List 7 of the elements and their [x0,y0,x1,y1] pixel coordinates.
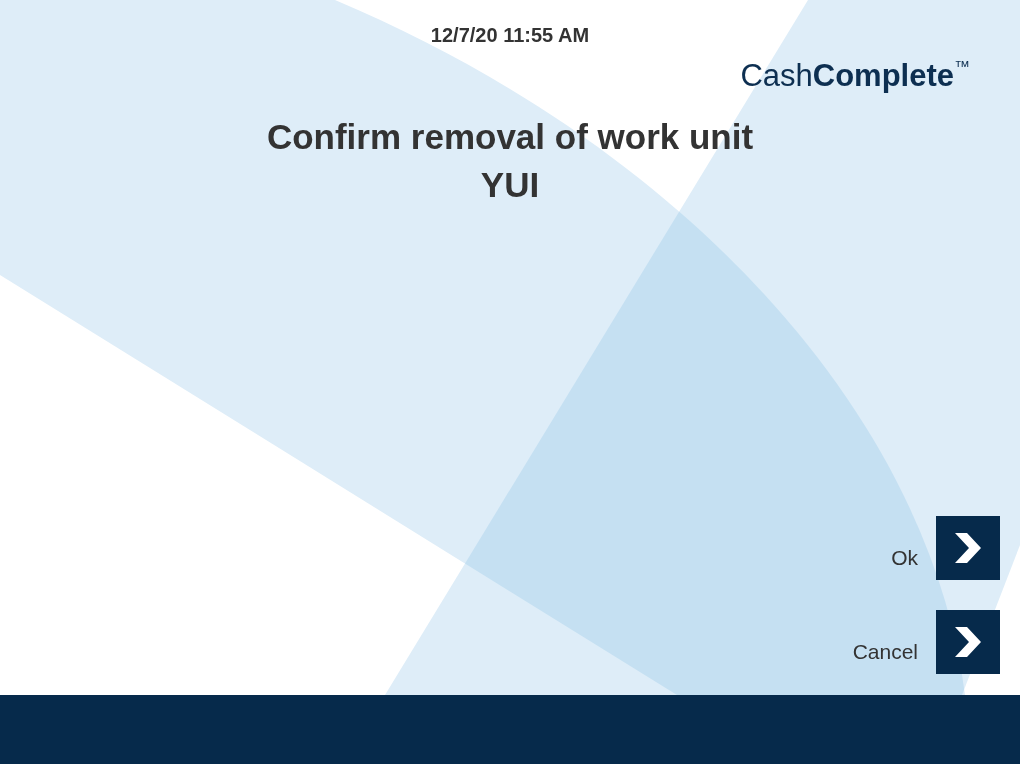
date-time: 12/7/20 11:55 AM [430,23,590,47]
confirmation-message: Confirm removal of work unit YUI [266,116,754,206]
action-button[interactable]: Cancel [852,610,1000,674]
logo: CashComplete™ [740,57,970,95]
action-button[interactable]: Ok [891,516,1000,580]
chevron-right-icon [936,516,1000,580]
chevron-right-icon [936,610,1000,674]
